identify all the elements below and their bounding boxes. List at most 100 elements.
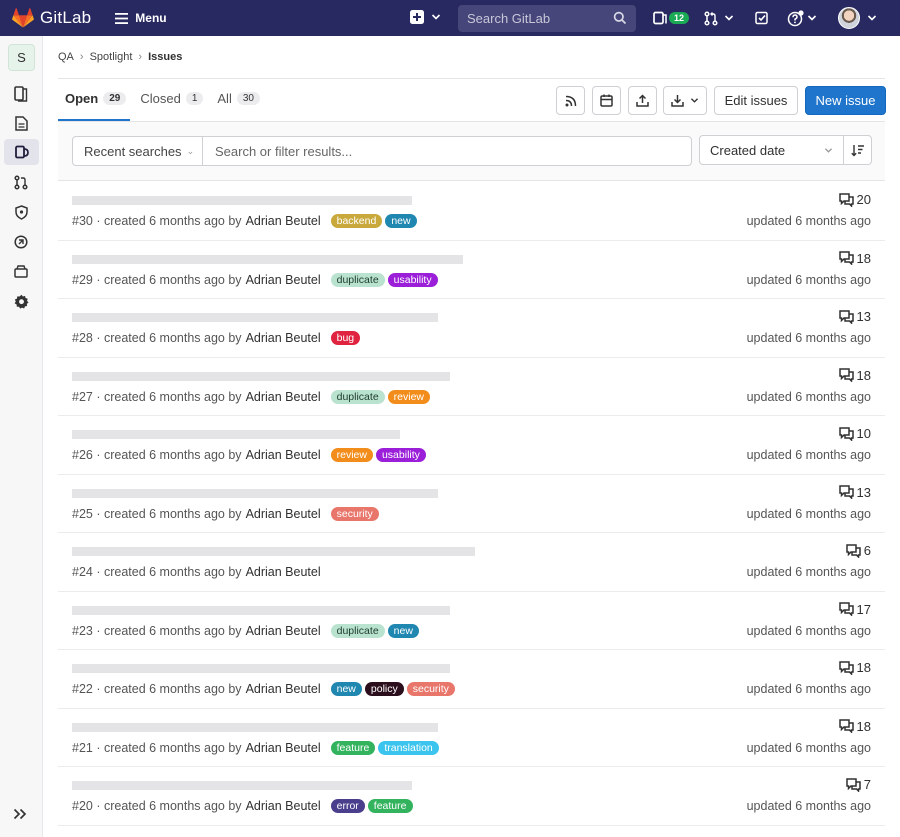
sidebar-item-repository[interactable] <box>11 113 31 133</box>
issue-author-link[interactable]: Adrian Beutel <box>246 390 321 404</box>
issue-title-placeholder[interactable] <box>72 722 438 732</box>
issue-label[interactable]: usability <box>387 272 438 287</box>
recent-searches-dropdown[interactable]: Recent searches ⌄ <box>72 136 204 166</box>
sidebar-item-settings[interactable] <box>11 291 31 311</box>
sort-direction-button[interactable] <box>843 135 872 165</box>
import-issues-button[interactable] <box>628 86 657 115</box>
sidebar-item-deployments[interactable] <box>11 232 31 252</box>
tab-open[interactable]: Open 29 <box>65 91 127 106</box>
breadcrumb-group[interactable]: QA <box>58 51 74 63</box>
issue-label[interactable]: feature <box>330 740 376 755</box>
issue-author-link[interactable]: Adrian Beutel <box>246 682 321 696</box>
issue-label[interactable]: new <box>385 214 417 228</box>
project-avatar[interactable]: S <box>8 44 35 71</box>
issue-comments-link[interactable]: 20 <box>838 192 871 207</box>
issue-row[interactable]: #24 · created 6 months ago by Adrian Beut… <box>58 533 885 592</box>
issue-row[interactable]: #28 · created 6 months ago by Adrian Beut… <box>58 299 885 358</box>
issue-label[interactable]: duplicate <box>330 389 385 404</box>
issue-author-link[interactable]: Adrian Beutel <box>246 799 321 813</box>
issue-author-link[interactable]: Adrian Beutel <box>246 214 321 228</box>
issue-author-link[interactable]: Adrian Beutel <box>246 624 321 638</box>
collapse-sidebar-button[interactable] <box>13 804 27 825</box>
export-issues-dropdown[interactable] <box>663 86 707 115</box>
issue-comments-link[interactable]: 13 <box>838 309 871 324</box>
issue-title-placeholder[interactable] <box>72 605 450 615</box>
user-menu-dropdown[interactable] <box>838 0 877 36</box>
issue-label[interactable]: translation <box>378 740 439 755</box>
issue-comments-link[interactable]: 6 <box>846 543 871 558</box>
issue-row[interactable]: #22 · created 6 months ago by Adrian Beut… <box>58 650 885 709</box>
issue-title-placeholder[interactable] <box>72 664 450 673</box>
issue-row[interactable]: #21 · created 6 months ago by Adrian Beut… <box>58 709 885 767</box>
issue-comments-link[interactable]: 18 <box>838 251 871 266</box>
issue-label[interactable]: duplicate <box>330 272 385 287</box>
new-issue-button[interactable]: New issue <box>805 86 886 115</box>
breadcrumb-project[interactable]: Spotlight <box>90 51 133 63</box>
issue-label[interactable]: backend <box>330 214 383 228</box>
rss-feed-button[interactable] <box>556 86 585 115</box>
issue-author-link[interactable]: Adrian Beutel <box>246 273 321 287</box>
chevron-down-icon: ⌄ <box>186 145 195 156</box>
breadcrumb-current[interactable]: Issues <box>148 51 182 63</box>
create-new-dropdown[interactable] <box>410 10 441 24</box>
edit-issues-button[interactable]: Edit issues <box>714 86 798 115</box>
issue-row[interactable]: #29 · created 6 months ago by Adrian Beut… <box>58 241 885 299</box>
issue-label[interactable]: policy <box>364 682 404 696</box>
issue-title-placeholder[interactable] <box>72 254 463 264</box>
issue-comments-link[interactable]: 10 <box>838 426 871 441</box>
global-search-input[interactable]: Search GitLab <box>458 5 636 32</box>
issue-title-placeholder[interactable] <box>72 488 438 498</box>
issue-comments-link[interactable]: 18 <box>838 719 871 734</box>
todos-link[interactable] <box>755 0 769 36</box>
sidebar-item-merge-requests[interactable] <box>11 172 31 192</box>
issue-author-link[interactable]: Adrian Beutel <box>246 565 321 579</box>
issue-author-link[interactable]: Adrian Beutel <box>246 331 321 345</box>
tab-closed[interactable]: Closed 1 <box>140 91 204 106</box>
issue-label[interactable]: review <box>387 389 430 404</box>
issue-title-placeholder[interactable] <box>72 781 412 790</box>
filter-search-input[interactable]: Search or filter results... <box>202 136 692 166</box>
issue-title-placeholder[interactable] <box>72 430 400 439</box>
issue-title-placeholder[interactable] <box>72 313 438 322</box>
issue-author-link[interactable]: Adrian Beutel <box>246 507 321 521</box>
issue-label[interactable]: security <box>406 682 455 696</box>
sort-by-dropdown[interactable]: Created date <box>699 135 844 165</box>
merge-requests-dropdown[interactable] <box>704 0 734 36</box>
sidebar-item-security[interactable] <box>11 202 31 222</box>
issue-row[interactable]: #23 · created 6 months ago by Adrian Beut… <box>58 592 885 650</box>
issue-label[interactable]: feature <box>367 799 413 813</box>
issue-row[interactable]: #20 · created 6 months ago by Adrian Beut… <box>58 767 885 826</box>
sidebar-item-issues[interactable] <box>4 139 39 165</box>
issue-label[interactable]: security <box>330 506 379 521</box>
tab-all[interactable]: All 30 <box>217 91 260 106</box>
sidebar-item-project-information[interactable] <box>11 84 31 104</box>
issue-row[interactable]: #27 · created 6 months ago by Adrian Beut… <box>58 358 885 416</box>
issue-label[interactable]: error <box>330 799 365 813</box>
issue-label[interactable]: usability <box>375 448 426 462</box>
issue-label[interactable]: new <box>330 682 362 696</box>
issue-comments-link[interactable]: 18 <box>838 368 871 383</box>
calendar-feed-button[interactable] <box>592 86 621 115</box>
gitlab-home-link[interactable]: GitLab <box>12 8 91 28</box>
issue-title-placeholder[interactable] <box>72 547 475 556</box>
issue-comments-link[interactable]: 7 <box>846 777 871 792</box>
issue-label[interactable]: duplicate <box>330 623 385 638</box>
issue-row[interactable]: #30 · created 6 months ago by Adrian Beut… <box>58 182 885 241</box>
issue-comments-link[interactable]: 13 <box>838 485 871 500</box>
issue-title-placeholder[interactable] <box>72 371 450 381</box>
issue-comments-link[interactable]: 18 <box>838 660 871 675</box>
issue-author-link[interactable]: Adrian Beutel <box>246 741 321 755</box>
issue-row[interactable]: #26 · created 6 months ago by Adrian Beut… <box>58 416 885 475</box>
help-dropdown[interactable] <box>787 0 817 36</box>
sidebar-item-packages[interactable] <box>11 261 31 281</box>
menu-button[interactable]: Menu <box>115 11 167 25</box>
issue-title-placeholder[interactable] <box>72 196 412 205</box>
issue-label[interactable]: review <box>330 448 373 462</box>
issue-label[interactable]: bug <box>330 331 361 345</box>
nav-issues-link[interactable]: 12 <box>653 0 690 36</box>
issue-author-link[interactable]: Adrian Beutel <box>246 448 321 462</box>
issue-comments-link[interactable]: 17 <box>838 602 871 617</box>
issue-row[interactable]: #25 · created 6 months ago by Adrian Beut… <box>58 475 885 533</box>
menu-label: Menu <box>135 11 167 25</box>
issue-label[interactable]: new <box>387 623 419 638</box>
